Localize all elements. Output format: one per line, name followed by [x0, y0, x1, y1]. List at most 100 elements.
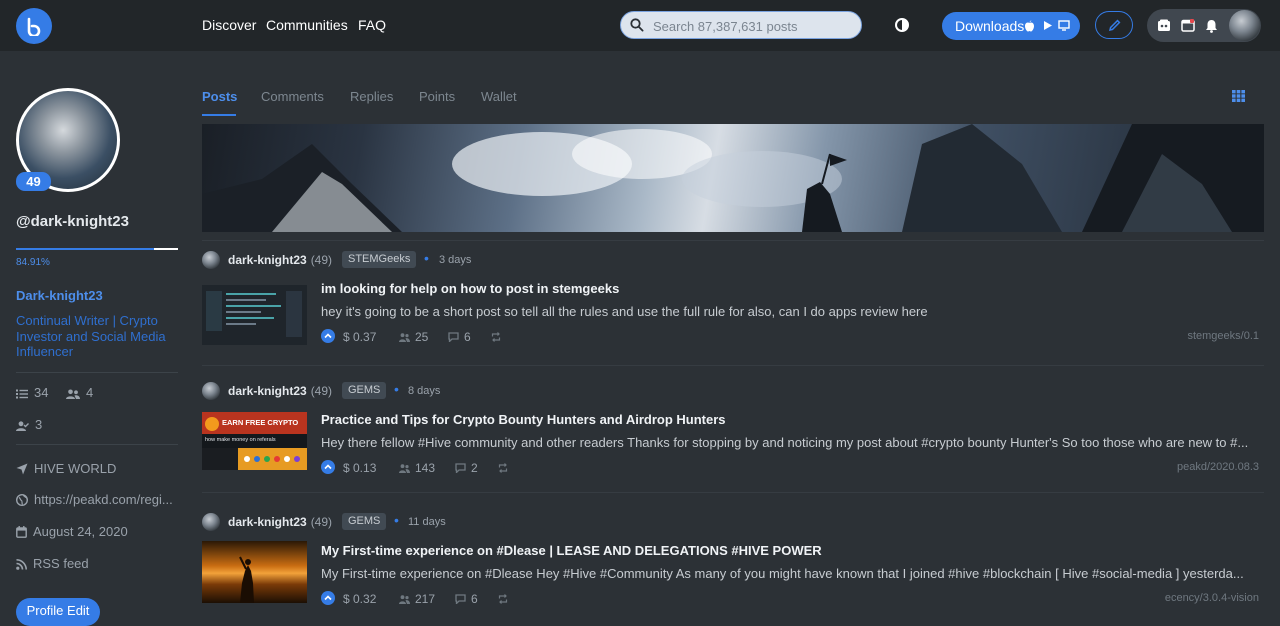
reblog-button[interactable] — [498, 592, 513, 606]
voting-power-bar — [16, 248, 178, 250]
post-thumbnail[interactable]: EARN FREE CRYPTO how make money on refer… — [202, 412, 307, 470]
post-title[interactable]: My First-time experience on #Dlease | LE… — [321, 543, 822, 558]
apple-icon — [1025, 20, 1034, 32]
reblog-button[interactable] — [498, 461, 513, 475]
post-separator — [202, 492, 1264, 493]
author-avatar[interactable] — [202, 382, 220, 400]
user-avatar[interactable] — [1229, 10, 1260, 41]
reblog-icon — [498, 594, 508, 604]
tab-comments[interactable]: Comments — [261, 89, 324, 104]
mutual-stat[interactable]: 3 — [16, 417, 42, 432]
profile-location: HIVE WORLD — [34, 461, 117, 476]
followers-stat[interactable]: 4 — [66, 385, 93, 400]
rss-row[interactable]: RSS feed — [16, 556, 89, 571]
votes-count[interactable]: 143 — [399, 461, 435, 475]
post-summary[interactable]: My First-time experience on #Dlease Hey … — [321, 566, 1259, 581]
nav-discover[interactable]: Discover — [202, 17, 256, 33]
post-summary[interactable]: Hey there fellow #Hive community and oth… — [321, 435, 1259, 450]
globe-icon — [15, 493, 29, 507]
wallet-icon[interactable] — [1157, 19, 1171, 32]
post-thumbnail[interactable] — [202, 285, 307, 345]
post-summary[interactable]: hey it's going to be a short post so tel… — [321, 304, 1259, 319]
profile-sidebar: 49 @dark-knight23 84.91% Dark-knight23 C… — [0, 51, 194, 626]
author-reputation: (49) — [310, 515, 333, 529]
upvote-button[interactable] — [321, 591, 335, 605]
reblog-button[interactable] — [491, 330, 506, 344]
tab-points[interactable]: Points — [419, 89, 455, 104]
rss-icon — [16, 559, 27, 570]
comments-count[interactable]: 6 — [448, 330, 471, 344]
theme-toggle-icon[interactable] — [894, 17, 910, 38]
search-bar[interactable] — [620, 11, 862, 39]
author-reputation: (49) — [310, 253, 333, 267]
votes-value: 25 — [415, 330, 429, 344]
nav-faq[interactable]: FAQ — [358, 17, 386, 33]
author-avatar[interactable] — [202, 513, 220, 531]
payout-value[interactable]: $ 0.37 — [343, 330, 376, 344]
payout-value[interactable]: $ 0.32 — [343, 592, 376, 606]
author-reputation: (49) — [310, 384, 333, 398]
people-icon — [66, 389, 80, 399]
tab-wallet[interactable]: Wallet — [481, 89, 517, 104]
grid-view-icon[interactable] — [1232, 89, 1245, 107]
schedule-icon[interactable] — [1181, 19, 1195, 32]
profile-edit-button[interactable]: Profile Edit — [16, 598, 100, 626]
location-arrow-icon — [16, 463, 28, 475]
post-title[interactable]: im looking for help on how to post in st… — [321, 281, 619, 296]
downloads-button[interactable]: Downloads — [942, 12, 1080, 40]
comments-count[interactable]: 2 — [455, 461, 478, 475]
tab-posts[interactable]: Posts — [202, 89, 237, 104]
tab-replies[interactable]: Replies — [350, 89, 393, 104]
profile-joined: August 24, 2020 — [33, 524, 128, 539]
votes-value: 143 — [415, 461, 436, 475]
upvote-button[interactable] — [321, 460, 335, 474]
comments-count[interactable]: 6 — [455, 592, 478, 606]
joined-row: August 24, 2020 — [16, 524, 128, 539]
nav-communities[interactable]: Communities — [266, 17, 348, 33]
people-icon — [399, 333, 410, 342]
post-age: 8 days — [408, 385, 441, 397]
post-author[interactable]: dark-knight23 (49) — [228, 253, 332, 267]
write-post-button[interactable] — [1095, 11, 1133, 39]
calendar-icon — [16, 526, 27, 538]
following-stat[interactable]: 34 — [16, 385, 48, 400]
post-actions: $ 0.37 25 6 stemgeeks/0.1 — [321, 329, 1259, 345]
upvote-button[interactable] — [321, 329, 335, 343]
author-avatar[interactable] — [202, 251, 220, 269]
profile-website[interactable]: https://peakd.com/regi... — [34, 492, 173, 507]
votes-value: 217 — [415, 592, 436, 606]
bell-icon[interactable] — [1205, 19, 1218, 33]
reputation-badge: 49 — [16, 172, 51, 191]
community-tag[interactable]: GEMS — [342, 382, 387, 399]
author-name: dark-knight23 — [228, 515, 307, 529]
user-check-icon — [16, 421, 29, 431]
post-separator — [202, 365, 1264, 366]
post-separator — [202, 240, 1264, 241]
reblog-icon — [491, 332, 501, 342]
list-icon — [16, 389, 28, 399]
sidebar-divider — [16, 444, 178, 445]
profile-display-name[interactable]: Dark-knight23 — [16, 288, 103, 303]
user-menu — [1147, 9, 1261, 42]
post-actions: $ 0.32 217 6 ecency/3.0.4-vision — [321, 591, 1259, 607]
search-input[interactable] — [653, 17, 853, 35]
chevron-up-icon — [324, 464, 332, 470]
peakd-logo[interactable] — [16, 8, 52, 44]
comments-value: 2 — [471, 461, 478, 475]
votes-count[interactable]: 25 — [399, 330, 428, 344]
post-title[interactable]: Practice and Tips for Crypto Bounty Hunt… — [321, 412, 726, 427]
followers-count: 4 — [86, 385, 94, 400]
post-author[interactable]: dark-knight23 (49) — [228, 515, 332, 529]
website-row[interactable]: https://peakd.com/regi... — [15, 492, 173, 507]
search-icon — [630, 18, 644, 32]
votes-count[interactable]: 217 — [399, 592, 435, 606]
post-actions: $ 0.13 143 2 peakd/2020.08.3 — [321, 460, 1259, 476]
post-author[interactable]: dark-knight23 (49) — [228, 384, 332, 398]
post-age: 11 days — [408, 516, 446, 528]
community-tag[interactable]: STEMGeeks — [342, 251, 417, 268]
payout-value[interactable]: $ 0.13 — [343, 461, 376, 475]
post-thumbnail[interactable] — [202, 541, 307, 603]
community-tag[interactable]: GEMS — [342, 513, 387, 530]
profile-username: @dark-knight23 — [16, 213, 129, 230]
rss-feed-link[interactable]: RSS feed — [33, 556, 89, 571]
